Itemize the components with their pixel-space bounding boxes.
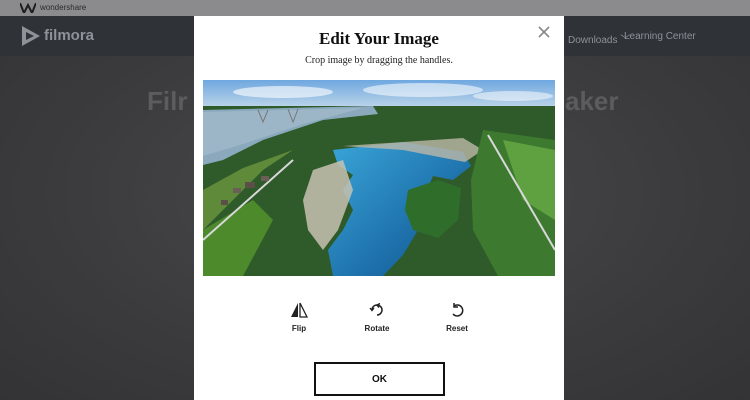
nav-downloads-link[interactable]: Downloads ﹀ — [568, 31, 630, 46]
aerial-quarry-photo — [203, 80, 555, 276]
wondershare-logo-icon — [20, 3, 36, 13]
rotate-label: Rotate — [364, 324, 390, 333]
flip-icon — [291, 302, 308, 318]
hero-heading-right: aker — [565, 86, 619, 116]
modal-subtitle: Crop image by dragging the handles. — [305, 55, 453, 66]
filmora-logo-icon — [22, 26, 40, 46]
rotate-button[interactable]: Rotate — [347, 302, 407, 333]
reset-icon — [452, 303, 464, 317]
ok-button[interactable]: OK — [314, 362, 445, 396]
wondershare-brand-text: wondershare — [40, 3, 87, 12]
flip-button[interactable]: Flip — [269, 302, 329, 333]
edit-image-modal: Edit Your Image Crop image by dragging t… — [194, 16, 564, 400]
rotate-icon — [369, 302, 383, 316]
hero-heading-left: Filr — [147, 86, 188, 116]
nav-learning-center-link[interactable]: Learning Center — [624, 31, 696, 42]
wondershare-topbar: wondershare — [0, 0, 750, 16]
modal-title: Edit Your Image — [319, 29, 439, 48]
ok-label: OK — [372, 373, 387, 385]
filmora-brand[interactable]: filmora — [44, 27, 94, 44]
flip-label: Flip — [291, 324, 307, 333]
crop-image-area[interactable] — [203, 80, 555, 276]
reset-button[interactable]: Reset — [427, 302, 487, 333]
reset-label: Reset — [446, 324, 468, 333]
